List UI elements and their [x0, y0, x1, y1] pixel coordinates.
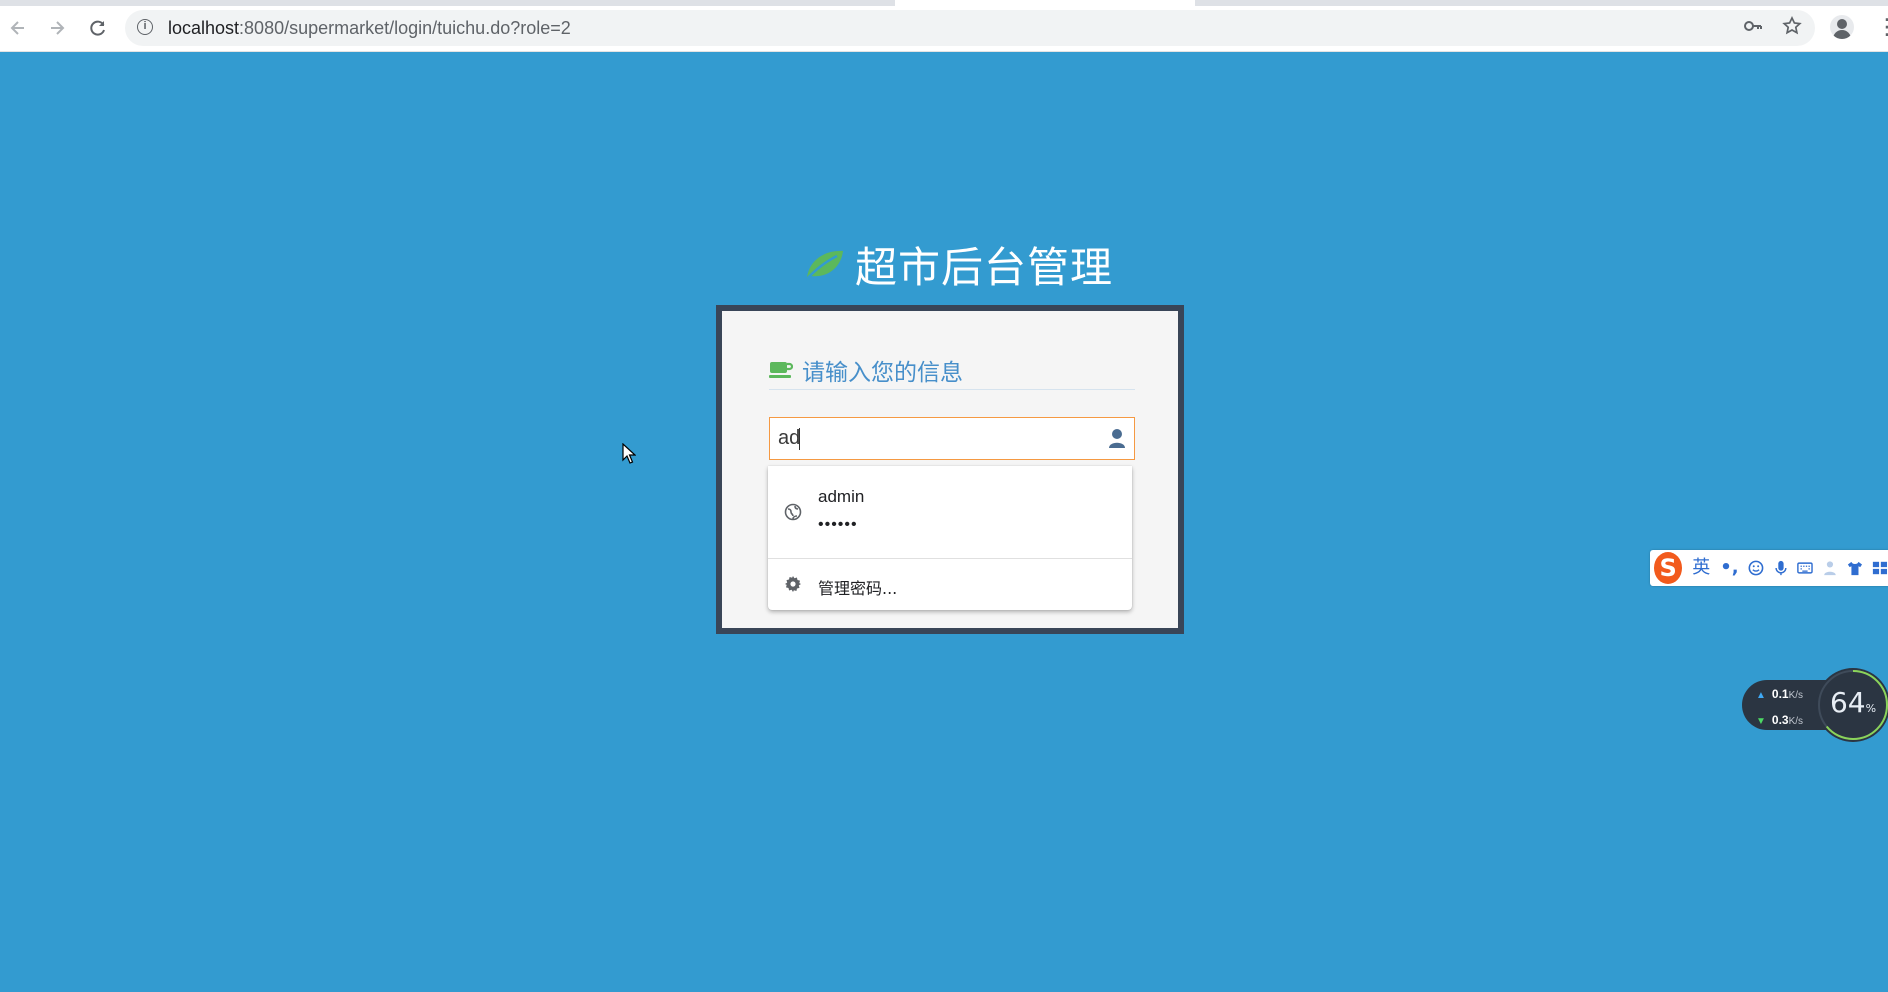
keyboard-icon[interactable] — [1797, 559, 1814, 577]
skin-shirt-icon[interactable] — [1847, 559, 1863, 577]
profile-icon[interactable] — [1830, 15, 1854, 39]
star-icon[interactable] — [1782, 16, 1802, 43]
page-title-text: 超市后台管理 — [855, 242, 1114, 292]
user-icon — [1109, 429, 1125, 448]
login-header: 请输入您的信息 — [769, 351, 1135, 390]
autofill-suggestion[interactable]: admin •••••• — [768, 466, 1132, 558]
user-center-icon[interactable] — [1822, 559, 1838, 577]
usage-value: 64 — [1829, 686, 1866, 719]
login-header-text: 请输入您的信息 — [802, 360, 963, 386]
text-caret — [799, 428, 800, 450]
back-icon[interactable] — [4, 14, 32, 42]
upload-unit: K/s — [1788, 690, 1804, 701]
mouse-cursor-icon — [622, 443, 636, 464]
download-value: 0.3 — [1771, 713, 1789, 727]
usage-unit: % — [1865, 702, 1877, 715]
microphone-icon[interactable] — [1773, 559, 1789, 577]
username-input[interactable] — [778, 418, 1098, 459]
emoji-icon[interactable] — [1748, 559, 1764, 577]
ime-logo[interactable]: S — [1654, 552, 1683, 584]
leaf-icon — [805, 250, 843, 281]
suggestion-username: admin — [818, 487, 865, 506]
upload-speed: ▲ 0.1K/s — [1756, 687, 1804, 701]
ime-punctuation-toggle[interactable]: •, — [1720, 550, 1738, 586]
url-path: :8080/supermarket/login/tuichu.do?role=2 — [239, 18, 571, 38]
upload-value: 0.1 — [1771, 687, 1789, 701]
ime-mode-toggle[interactable]: 英 — [1692, 550, 1710, 586]
download-speed: ▼ 0.3K/s — [1756, 713, 1804, 727]
url-text[interactable]: localhost:8080/supermarket/login/tuichu.… — [168, 10, 571, 46]
tab-strip — [0, 0, 1888, 6]
manage-passwords-item[interactable]: 管理密码... — [768, 559, 1132, 610]
reload-icon[interactable] — [84, 14, 112, 42]
globe-icon — [784, 503, 802, 521]
suggestion-password: •••••• — [818, 516, 858, 533]
toolbox-icon[interactable] — [1872, 559, 1888, 577]
active-tab[interactable] — [895, 0, 1195, 6]
memory-usage-gauge[interactable]: 64% — [1816, 668, 1888, 742]
download-unit: K/s — [1788, 716, 1804, 727]
forward-icon[interactable] — [43, 14, 71, 42]
ime-toolbar: S 英 •, — [1650, 550, 1888, 586]
key-icon[interactable] — [1743, 16, 1763, 43]
url-host: localhost — [168, 18, 240, 38]
autofill-dropdown: admin •••••• 管理密码... — [768, 466, 1132, 610]
username-field[interactable] — [769, 417, 1135, 460]
info-icon[interactable]: i — [137, 19, 153, 35]
manage-passwords-label: 管理密码... — [818, 579, 898, 598]
gear-icon — [785, 576, 801, 592]
browser-toolbar: i localhost:8080/supermarket/login/tuich… — [0, 0, 1888, 52]
address-bar[interactable]: i localhost:8080/supermarket/login/tuich… — [125, 10, 1815, 46]
more-menu-icon[interactable]: ⋮ — [1876, 14, 1888, 40]
page-title: 超市后台管理 — [803, 236, 1113, 292]
usage-percent: 64% — [1816, 686, 1888, 719]
coffee-cup-icon — [769, 362, 793, 378]
